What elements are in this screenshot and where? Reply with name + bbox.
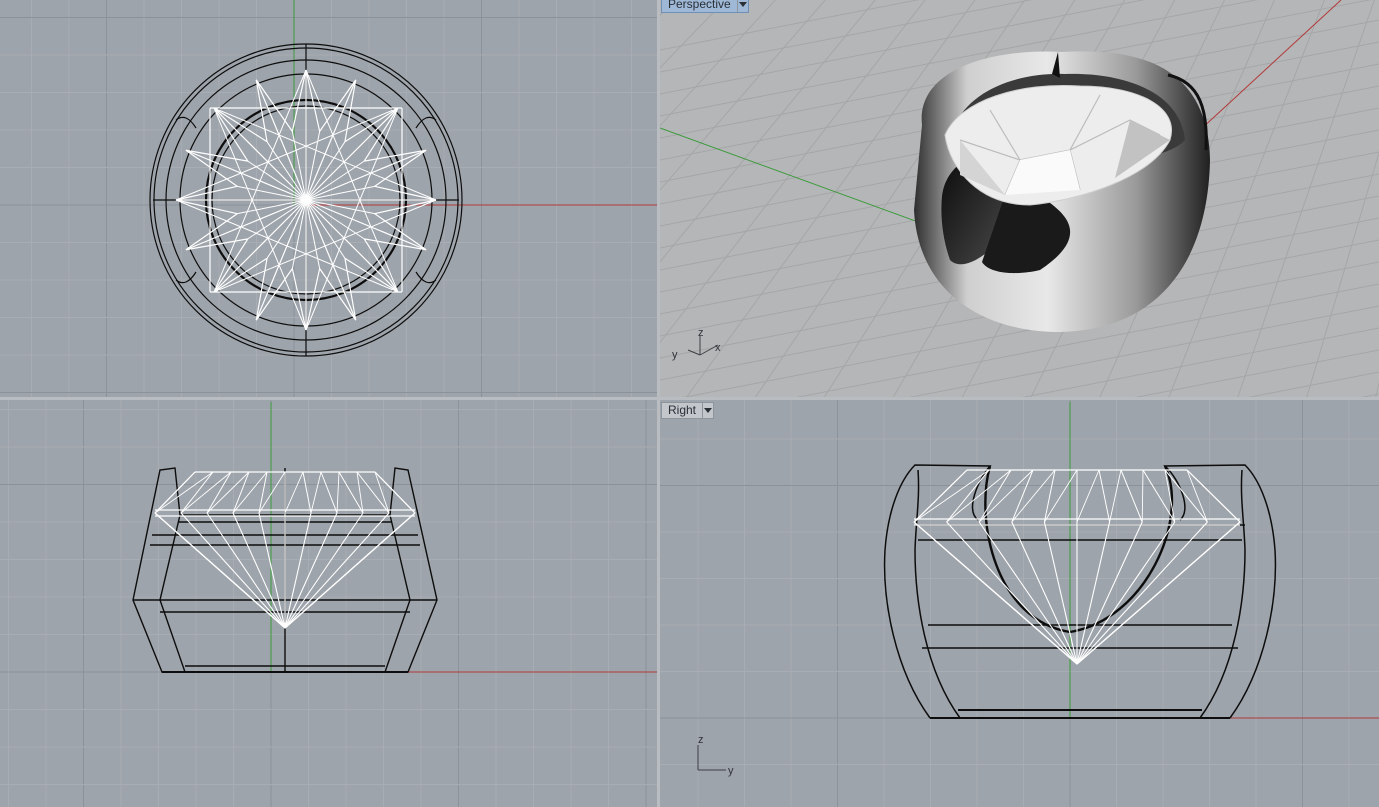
viewport-tab-label: Right [668, 403, 697, 417]
crown-edge [913, 469, 968, 523]
crown-line [232, 471, 268, 514]
dropdown-arrow-icon[interactable] [736, 0, 748, 12]
ring-rendered-model [914, 51, 1210, 332]
crown-line [206, 471, 250, 514]
pavilion-line [284, 512, 312, 629]
diamond-top-wireframe [175, 69, 437, 331]
pavilion-edge [154, 512, 286, 629]
pavilion-line [978, 521, 1078, 665]
facet-line [185, 149, 248, 162]
crown-line [180, 471, 214, 514]
viewport-front[interactable] [0, 400, 657, 807]
facet-line [344, 257, 399, 293]
crown-line [1011, 469, 1034, 523]
axis-label-z: z [698, 734, 704, 746]
facet-line [344, 79, 357, 142]
facet-line [305, 199, 399, 293]
top-grid [0, 0, 657, 397]
facet-line [213, 257, 268, 293]
viewport-tab-perspective[interactable]: Perspective [661, 0, 749, 13]
right-view-canvas[interactable]: z y [660, 400, 1379, 807]
crown-line [320, 471, 338, 514]
crown-edge [1186, 469, 1241, 523]
facet-line [305, 107, 399, 201]
front-view-canvas[interactable] [0, 400, 657, 807]
grid-line [660, 0, 776, 127]
crown-line [374, 471, 390, 514]
pavilion-line [946, 521, 1078, 665]
pavilion-line [1011, 521, 1078, 665]
grid-line [1375, 381, 1379, 397]
pavilion-line [232, 512, 286, 629]
crown-line [310, 471, 322, 514]
facet-line [364, 149, 427, 162]
crown-line [946, 469, 990, 523]
facet-line [213, 107, 268, 143]
crown-line [302, 471, 312, 514]
viewport-tab-label: Perspective [668, 0, 731, 11]
viewport-top[interactable] [0, 0, 657, 397]
crown-line [1186, 469, 1208, 523]
viewport-perspective[interactable]: z x y Perspective [660, 0, 1379, 397]
pavilion-line [206, 512, 286, 629]
axis-label-x: x [715, 342, 721, 354]
grid-line [1360, 393, 1379, 397]
pavilion-line [284, 512, 364, 629]
pavilion-line [258, 512, 286, 629]
pavilion-edge [913, 521, 1078, 665]
facet-line [213, 107, 307, 201]
crown-line [1076, 469, 1100, 523]
axis-label-z: z [698, 327, 704, 339]
viewport-right[interactable]: z y Right [660, 400, 1379, 807]
grid-line [660, 0, 926, 344]
grid-line [1022, 327, 1379, 397]
facet-line [344, 107, 399, 143]
crown-line [913, 469, 990, 523]
grid-line [1135, 349, 1379, 397]
front-grid [0, 400, 657, 807]
pavilion-line [1076, 521, 1176, 665]
axis-triad: z y [697, 734, 734, 777]
facet-line [364, 238, 427, 251]
pavilion-line [1076, 521, 1208, 665]
crown-line [336, 471, 340, 514]
viewport-tab-right[interactable]: Right [661, 402, 715, 419]
crown-line [1098, 469, 1111, 523]
crown-line [1109, 469, 1122, 523]
crown-line [946, 469, 1012, 523]
crown-edge [374, 471, 416, 514]
facet-line [185, 238, 248, 251]
crown-line [284, 471, 304, 514]
crown-line [232, 471, 250, 514]
crown-line [338, 471, 364, 514]
pavilion-line [1043, 521, 1078, 665]
pavilion-edge [1076, 521, 1241, 665]
pavilion-line [284, 512, 390, 629]
facet-line [255, 258, 268, 321]
pavilion-edge [284, 512, 416, 629]
diamond-right-wireframe [913, 469, 1241, 665]
crown-line [1120, 469, 1143, 523]
axis-label-y: y [672, 349, 678, 361]
pavilion-line [1076, 521, 1111, 665]
crown-line [1141, 469, 1144, 523]
facet-line [213, 199, 307, 293]
ring-right-wireframe [883, 464, 1277, 719]
top-view-canvas[interactable] [0, 0, 657, 397]
perspective-view-canvas[interactable]: z x y [660, 0, 1379, 397]
pavilion-line [1076, 521, 1143, 665]
crown-line [154, 471, 214, 514]
diamond-front-wireframe [154, 471, 416, 629]
facet-line [255, 79, 268, 142]
facet-line [344, 258, 357, 321]
crown-line [1011, 469, 1056, 523]
axis-label-y: y [728, 765, 734, 777]
dropdown-arrow-icon[interactable] [702, 403, 713, 418]
pavilion-line [284, 512, 338, 629]
